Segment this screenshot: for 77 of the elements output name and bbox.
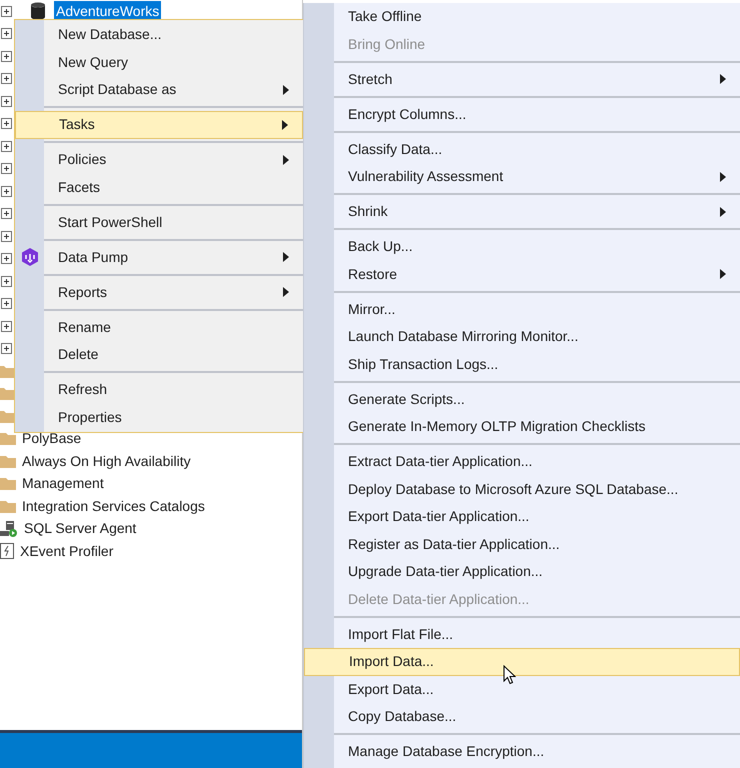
menu-item[interactable]: Encrypt Columns... [304, 100, 740, 128]
folder-icon [0, 364, 14, 378]
menu-item[interactable]: Tasks [15, 111, 303, 138]
menu-item[interactable]: New Query [15, 48, 303, 76]
menu-item[interactable]: Restore [304, 260, 740, 288]
expand-icon[interactable] [1, 253, 12, 264]
folder-icon [0, 410, 14, 423]
folder-icon [0, 500, 16, 513]
data-pump-icon [20, 247, 40, 268]
database-icon [30, 2, 46, 20]
submenu-arrow-icon [720, 74, 726, 84]
menu-item[interactable]: Take Offline [304, 3, 740, 30]
menu-item[interactable]: Import Data... [304, 648, 740, 676]
menu-item[interactable]: Import Flat File... [304, 620, 740, 648]
menu-item[interactable]: Classify Data... [304, 136, 740, 163]
submenu-arrow-icon [283, 84, 289, 95]
mouse-cursor-icon [503, 665, 516, 685]
menu-item[interactable]: Policies [15, 146, 303, 174]
menu-item[interactable]: Shrink [304, 198, 740, 226]
submenu-arrow-icon [720, 269, 726, 280]
menu-item[interactable]: Upgrade Data-tier Application... [304, 558, 740, 586]
expand-icon[interactable] [1, 6, 12, 17]
menu-item[interactable]: Mirror... [304, 296, 740, 323]
menu-item[interactable]: Export Data-tier Application... [304, 503, 740, 530]
expand-icon[interactable] [1, 28, 12, 40]
expand-icon[interactable] [1, 276, 12, 287]
expand-icon[interactable] [1, 208, 12, 220]
menu-item[interactable]: Stretch [304, 66, 740, 93]
expand-icon[interactable] [1, 186, 12, 197]
expand-icon[interactable] [1, 298, 12, 310]
tree-node-label[interactable]: SQL Server Agent [24, 518, 136, 540]
submenu-arrow-icon [720, 206, 726, 217]
expand-icon[interactable] [1, 320, 12, 332]
tree-node-label[interactable]: AdventureWorks [54, 0, 162, 22]
expand-icon[interactable] [1, 163, 12, 174]
menu-item[interactable]: Generate In-Memory OLTP Migration Checklists [304, 413, 740, 440]
folder-icon [0, 477, 16, 490]
submenu-arrow-icon [283, 287, 289, 298]
submenu-arrow-icon [283, 154, 289, 165]
menu-item[interactable]: Start PowerShell [15, 208, 303, 236]
submenu-arrow-icon [283, 252, 289, 262]
folder-icon [0, 387, 14, 400]
expand-icon[interactable] [1, 343, 12, 354]
menu-item[interactable]: Copy Database... [304, 703, 740, 730]
menu-item[interactable]: Refresh [15, 376, 303, 404]
menu-item[interactable]: Generate Scripts... [304, 386, 740, 413]
menu-item[interactable]: Script Database as [15, 76, 303, 104]
menu-item[interactable]: Deploy Database to Microsoft Azure SQL Database... [304, 476, 740, 503]
menu-item[interactable]: Rename [15, 314, 303, 341]
menu-item[interactable]: Facets [15, 174, 303, 201]
folder-icon [0, 454, 16, 468]
menu-item[interactable]: Ship Transaction Logs... [304, 350, 740, 378]
tree-node-label[interactable]: Integration Services Catalogs [22, 496, 205, 517]
menu-item[interactable]: Register as Data-tier Application... [304, 530, 740, 558]
tree-node-label[interactable]: Management [22, 473, 104, 494]
menu-item[interactable]: Back Up... [304, 233, 740, 260]
menu-item[interactable]: Launch Database Mirroring Monitor... [304, 323, 740, 350]
expand-icon[interactable] [1, 50, 12, 62]
menu-item[interactable]: Vulnerability Assessment [304, 163, 740, 190]
menu-item[interactable]: Properties [15, 404, 303, 431]
expand-icon[interactable] [1, 140, 12, 152]
menu-item[interactable]: Manage Database Encryption... [304, 738, 740, 766]
folder-icon [0, 432, 16, 446]
submenu-arrow-icon [282, 120, 288, 130]
menu-item[interactable]: Data Pump [15, 244, 303, 271]
menu-item[interactable]: Export Data... [304, 676, 740, 703]
menu-item[interactable]: Delete [15, 341, 303, 368]
tree-node-label[interactable]: Always On High Availability [22, 450, 191, 472]
expand-icon[interactable] [1, 118, 12, 130]
menu-item[interactable]: New Database... [15, 21, 303, 48]
submenu-arrow-icon [720, 172, 726, 182]
expand-icon[interactable] [1, 73, 12, 84]
tree-node-label[interactable]: XEvent Profiler [20, 540, 114, 562]
expand-icon[interactable] [1, 96, 12, 107]
menu-item[interactable]: Extract Data-tier Application... [304, 448, 740, 476]
menu-item[interactable]: Reports [15, 278, 303, 306]
expand-icon[interactable] [1, 230, 12, 242]
